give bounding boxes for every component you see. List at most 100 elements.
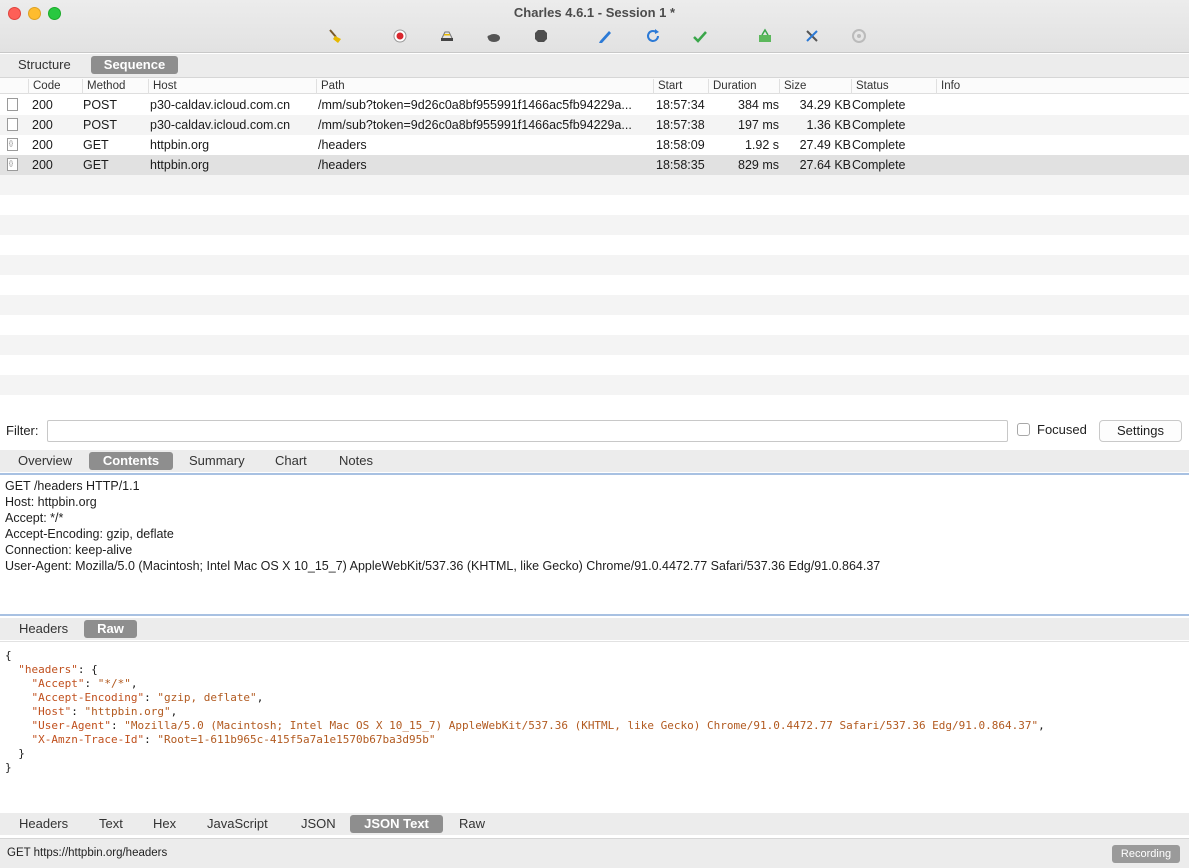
cell-host: p30-caldav.icloud.com.cn [150, 118, 291, 132]
request-header-accept-encoding: Accept-Encoding: gzip, deflate [5, 527, 174, 541]
record-button[interactable] [390, 27, 410, 45]
tab-request-headers[interactable]: Headers [10, 620, 77, 638]
json-key: "X-Amzn-Trace-Id" [31, 733, 145, 746]
focused-checkbox[interactable] [1017, 423, 1030, 436]
response-view-tabs: Headers Text Hex JavaScript JSON JSON Te… [0, 813, 1189, 835]
broom-icon [329, 29, 341, 43]
sequence-table-body: 200 POST p30-caldav.icloud.com.cn /mm/su… [0, 95, 1189, 395]
filter-input[interactable] [47, 420, 1008, 442]
tab-response-json-text[interactable]: JSON Text [350, 815, 443, 833]
json-key: "headers" [18, 663, 78, 676]
tab-response-headers[interactable]: Headers [10, 815, 77, 833]
tab-response-javascript[interactable]: JavaScript [198, 815, 277, 833]
tab-overview[interactable]: Overview [9, 452, 81, 470]
column-start[interactable]: Start [653, 79, 708, 94]
cell-start: 18:58:35 [656, 158, 705, 172]
json-value: "httpbin.org" [84, 705, 171, 718]
tab-notes[interactable]: Notes [330, 452, 382, 470]
request-header-accept: Accept: */* [5, 511, 64, 525]
json-value: "*/*" [97, 677, 131, 690]
column-host[interactable]: Host [148, 79, 316, 94]
settings-button[interactable]: Settings [1099, 420, 1182, 442]
cell-method: POST [83, 98, 118, 112]
json-value: "Mozilla/5.0 (Macintosh; Intel Mac OS X … [124, 719, 1039, 732]
settings-toolbar-button[interactable] [849, 27, 869, 45]
table-row[interactable]: 200 GET httpbin.org /headers 18:58:09 1.… [0, 134, 1189, 155]
json-key: "Accept" [31, 677, 85, 690]
status-text: GET https://httpbin.org/headers [7, 847, 168, 859]
cell-path: /mm/sub?token=9d26c0a8bf955991f1466ac5fb… [318, 118, 632, 132]
cell-status: Complete [852, 98, 906, 112]
empty-row [0, 295, 1189, 315]
column-size[interactable]: Size [779, 79, 851, 94]
cell-host: httpbin.org [150, 158, 210, 172]
compose-button[interactable] [595, 27, 615, 45]
json-document-icon [7, 154, 18, 174]
column-info[interactable]: Info [936, 79, 1189, 94]
window-title: Charles 4.6.1 - Session 1 * [513, 5, 676, 20]
cell-start: 18:58:09 [656, 138, 705, 152]
response-json-text[interactable]: { "headers": { "Accept": "*/*", "Accept-… [0, 641, 1189, 811]
tab-request-raw[interactable]: Raw [84, 620, 137, 638]
cell-path: /headers [318, 158, 367, 172]
cell-method: GET [83, 138, 109, 152]
breakpoints-button[interactable] [484, 27, 504, 45]
empty-row [0, 375, 1189, 395]
stop-icon [535, 30, 547, 42]
cell-code: 200 [32, 158, 53, 172]
empty-row [0, 215, 1189, 235]
table-row-selected[interactable]: 200 GET httpbin.org /headers 18:58:35 82… [0, 154, 1189, 175]
request-contents[interactable]: GET /headers HTTP/1.1 Host: httpbin.org … [0, 473, 1189, 616]
cell-size: 27.64 KB [799, 158, 851, 172]
column-method[interactable]: Method [82, 79, 148, 94]
recording-badge[interactable]: Recording [1112, 845, 1180, 863]
column-status[interactable]: Status [851, 79, 936, 94]
request-header-user-agent: User-Agent: Mozilla/5.0 (Macintosh; Inte… [5, 559, 881, 573]
json-close-inner: } [18, 747, 25, 760]
tools-button[interactable] [802, 27, 822, 45]
json-value: "gzip, deflate" [157, 691, 257, 704]
stop-button[interactable] [531, 27, 551, 45]
filter-label: Filter: [6, 423, 39, 438]
cell-method: POST [83, 118, 118, 132]
tab-sequence[interactable]: Sequence [91, 56, 178, 74]
cell-status: Complete [852, 118, 906, 132]
column-duration[interactable]: Duration [708, 79, 779, 94]
tab-contents[interactable]: Contents [89, 452, 173, 470]
cell-duration: 197 ms [738, 118, 779, 132]
validate-button[interactable] [690, 27, 710, 45]
tab-chart[interactable]: Chart [266, 452, 316, 470]
record-icon [393, 29, 407, 43]
detail-tabs: Overview Contents Summary Chart Notes [0, 450, 1189, 472]
edit-basket-button[interactable] [755, 27, 775, 45]
json-document-icon [7, 134, 18, 154]
cell-host: p30-caldav.icloud.com.cn [150, 98, 291, 112]
request-header-connection: Connection: keep-alive [5, 543, 133, 557]
tab-response-hex[interactable]: Hex [144, 815, 185, 833]
turtle-icon [487, 34, 500, 42]
cell-size: 34.29 KB [799, 98, 851, 112]
clear-session-button[interactable] [325, 27, 345, 45]
status-bar: GET https://httpbin.org/headers Recordin… [0, 838, 1189, 868]
cell-code: 200 [32, 138, 53, 152]
column-code[interactable]: Code [28, 79, 82, 94]
request-header-host: Host: httpbin.org [5, 495, 97, 509]
settings-gear-icon [852, 29, 866, 43]
focused-label[interactable]: Focused [1037, 422, 1087, 437]
cell-duration: 829 ms [738, 158, 779, 172]
table-row[interactable]: 200 POST p30-caldav.icloud.com.cn /mm/su… [0, 115, 1189, 135]
tab-response-json[interactable]: JSON [292, 815, 345, 833]
filter-bar: Filter: Focused Settings [0, 418, 1189, 444]
cell-status: Complete [852, 158, 906, 172]
tab-response-text[interactable]: Text [90, 815, 132, 833]
cell-code: 200 [32, 118, 53, 132]
repeat-button[interactable] [643, 27, 663, 45]
throttle-button[interactable] [437, 27, 457, 45]
tab-response-raw[interactable]: Raw [450, 815, 494, 833]
cell-start: 18:57:34 [656, 98, 705, 112]
column-path[interactable]: Path [316, 79, 653, 94]
title-bar: Charles 4.6.1 - Session 1 * [0, 0, 1189, 53]
tab-summary[interactable]: Summary [180, 452, 254, 470]
tab-structure[interactable]: Structure [9, 56, 80, 74]
table-row[interactable]: 200 POST p30-caldav.icloud.com.cn /mm/su… [0, 95, 1189, 115]
